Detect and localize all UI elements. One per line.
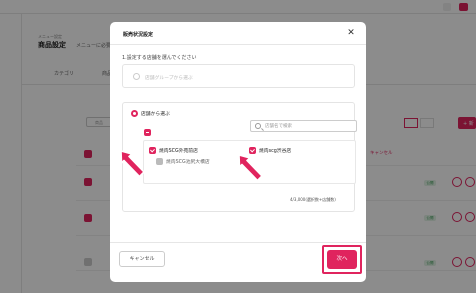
- cancel-button[interactable]: キャンセル: [119, 251, 165, 267]
- pointer-arrow-icon: [238, 154, 263, 182]
- instruction-text: 1.設定する店舗を選んでください: [122, 55, 197, 61]
- store-name-gaienmae: 焼肉SCG外苑前店: [159, 149, 198, 154]
- selection-count: 4/3,000(選択数+店舗数): [290, 197, 336, 202]
- store-group-label: 店舗グループから選ぶ: [145, 76, 193, 81]
- next-button[interactable]: 次へ: [327, 250, 357, 269]
- store-search-field[interactable]: [250, 120, 357, 132]
- store-search-input[interactable]: [265, 122, 355, 131]
- close-icon[interactable]: ✕: [346, 28, 356, 38]
- store-radio[interactable]: [131, 110, 138, 117]
- modal-header-divider: [110, 44, 366, 45]
- store-group-radio[interactable]: [133, 73, 140, 80]
- store-radio-label: 店舗から選ぶ: [141, 112, 170, 117]
- modal-footer-divider: [110, 242, 366, 243]
- pointer-arrow-icon: [120, 150, 145, 178]
- modal-title: 販売状況設定: [123, 32, 154, 38]
- search-icon: [255, 123, 261, 129]
- store-group-option[interactable]: 店舗グループから選ぶ: [122, 64, 355, 88]
- store-name-ikejiri: 焼肉SCG池尻大橋店: [166, 160, 210, 165]
- select-all-checkbox[interactable]: [144, 129, 151, 136]
